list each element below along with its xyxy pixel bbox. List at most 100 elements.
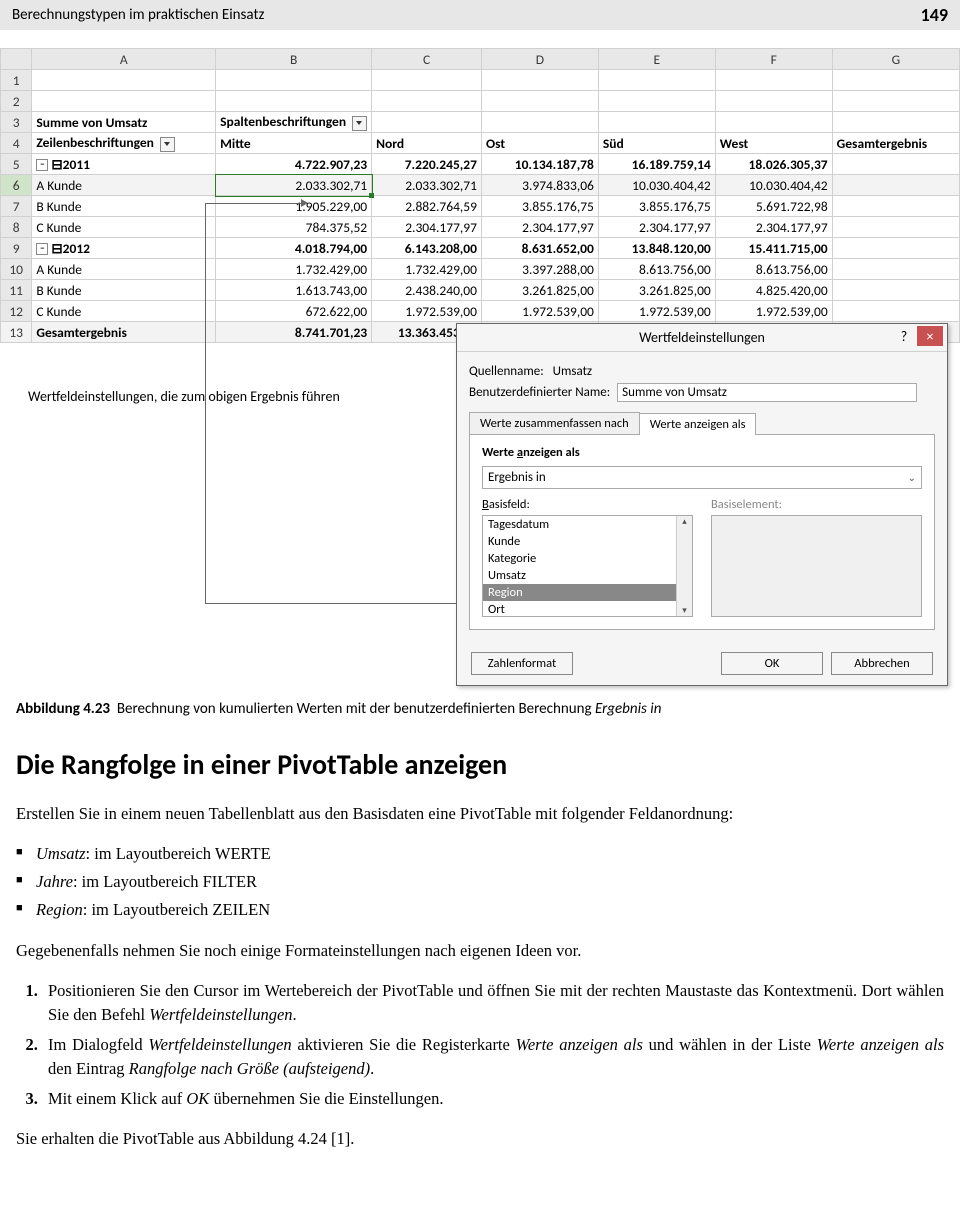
cell[interactable]: 2.304.177,97	[481, 217, 598, 238]
cell[interactable]: 10.030.404,42	[598, 175, 715, 196]
cell[interactable]: 3.261.825,00	[598, 280, 715, 301]
dropdown-icon[interactable]	[352, 116, 367, 131]
cell[interactable]	[832, 112, 959, 133]
cell[interactable]	[832, 238, 959, 259]
cell[interactable]: 8.613.756,00	[715, 259, 832, 280]
dropdown-icon[interactable]	[160, 137, 175, 152]
show-values-as-combo[interactable]: Ergebnis in ⌄	[482, 466, 922, 489]
column-header[interactable]: E	[598, 49, 715, 70]
cell[interactable]	[832, 70, 959, 91]
cell[interactable]	[832, 91, 959, 112]
column-header[interactable]: D	[481, 49, 598, 70]
tab-summarize[interactable]: Werte zusammenfassen nach	[469, 412, 640, 434]
cell[interactable]: C Kunde	[32, 217, 216, 238]
cell[interactable]	[832, 301, 959, 322]
cell[interactable]: 6.143.208,00	[372, 238, 482, 259]
cell[interactable]: B Kunde	[32, 280, 216, 301]
row-header[interactable]: 8	[1, 217, 32, 238]
cell[interactable]	[832, 280, 959, 301]
cell[interactable]	[832, 196, 959, 217]
cell[interactable]	[832, 259, 959, 280]
custom-name-input[interactable]: Summe von Umsatz	[617, 383, 917, 402]
row-header[interactable]: 9	[1, 238, 32, 259]
ok-button[interactable]: OK	[721, 652, 823, 675]
cell[interactable]: 8.631.652,00	[481, 238, 598, 259]
list-item[interactable]: Umsatz	[483, 567, 692, 584]
cell[interactable]: A Kunde	[32, 175, 216, 196]
cell[interactable]: A Kunde	[32, 259, 216, 280]
cell[interactable]: 2.304.177,97	[372, 217, 482, 238]
cell[interactable]: 3.397.288,00	[481, 259, 598, 280]
cell[interactable]	[715, 70, 832, 91]
column-header[interactable]	[1, 49, 32, 70]
cell[interactable]: 10.030.404,42	[715, 175, 832, 196]
column-header[interactable]: C	[372, 49, 482, 70]
cell[interactable]	[216, 70, 372, 91]
cell[interactable]	[832, 217, 959, 238]
row-header[interactable]: 6	[1, 175, 32, 196]
cell[interactable]: 1.972.539,00	[598, 301, 715, 322]
cell[interactable]: 1.732.429,00	[216, 259, 372, 280]
row-header[interactable]: 7	[1, 196, 32, 217]
row-header[interactable]: 5	[1, 154, 32, 175]
column-header[interactable]: G	[832, 49, 959, 70]
cell[interactable]	[32, 91, 216, 112]
cell[interactable]: 1.972.539,00	[481, 301, 598, 322]
cell[interactable]	[598, 70, 715, 91]
cell[interactable]: 8.741.701,23	[216, 322, 372, 343]
cell[interactable]: 784.375,52	[216, 217, 372, 238]
cell[interactable]: Summe von Umsatz	[32, 112, 216, 133]
cell[interactable]: 8.613.756,00	[598, 259, 715, 280]
cell[interactable]: West	[715, 133, 832, 154]
cell[interactable]: 3.974.833,06	[481, 175, 598, 196]
cell[interactable]: 2.304.177,97	[598, 217, 715, 238]
cell[interactable]: Süd	[598, 133, 715, 154]
cell[interactable]: −⊟2012	[32, 238, 216, 259]
cell[interactable]	[481, 70, 598, 91]
cell[interactable]	[372, 70, 482, 91]
column-header[interactable]: B	[216, 49, 372, 70]
cell[interactable]: 7.220.245,27	[372, 154, 482, 175]
close-icon[interactable]: ×	[917, 326, 943, 346]
cell[interactable]: Gesamtergebnis	[32, 322, 216, 343]
list-item[interactable]: Region	[483, 584, 692, 601]
cell[interactable]: 1.732.429,00	[372, 259, 482, 280]
cell[interactable]	[598, 112, 715, 133]
cell[interactable]: 2.882.764,59	[372, 196, 482, 217]
list-item[interactable]: Kunde	[483, 533, 692, 550]
cell[interactable]: 1.972.539,00	[372, 301, 482, 322]
cell[interactable]: 1.613.743,00	[216, 280, 372, 301]
cell[interactable]	[372, 112, 482, 133]
cell[interactable]: 3.855.176,75	[598, 196, 715, 217]
cell[interactable]	[481, 112, 598, 133]
cell[interactable]: 4.018.794,00	[216, 238, 372, 259]
cell[interactable]: 4.825.420,00	[715, 280, 832, 301]
cell[interactable]: 5.691.722,98	[715, 196, 832, 217]
cell[interactable]: 3.261.825,00	[481, 280, 598, 301]
cell[interactable]: Nord	[372, 133, 482, 154]
cell[interactable]: 3.855.176,75	[481, 196, 598, 217]
cell[interactable]	[216, 91, 372, 112]
list-item[interactable]: Ort	[483, 601, 692, 617]
cell[interactable]	[372, 91, 482, 112]
cell[interactable]: 2.304.177,97	[715, 217, 832, 238]
cell[interactable]: 13.848.120,00	[598, 238, 715, 259]
cell[interactable]: 2.033.302,71	[216, 175, 372, 196]
cell[interactable]	[32, 70, 216, 91]
row-header[interactable]: 1	[1, 70, 32, 91]
cell[interactable]: Zeilenbeschriftungen	[32, 133, 216, 154]
cell[interactable]	[481, 91, 598, 112]
cell[interactable]: Ost	[481, 133, 598, 154]
row-header[interactable]: 11	[1, 280, 32, 301]
cell[interactable]	[832, 175, 959, 196]
cell[interactable]: 15.411.715,00	[715, 238, 832, 259]
cell[interactable]: Gesamtergebnis	[832, 133, 959, 154]
cell[interactable]	[598, 91, 715, 112]
cell[interactable]	[715, 91, 832, 112]
cell[interactable]: 4.722.907,23	[216, 154, 372, 175]
cell[interactable]: 2.438.240,00	[372, 280, 482, 301]
list-item[interactable]: Kategorie	[483, 550, 692, 567]
basefield-listbox[interactable]: TagesdatumKundeKategorieUmsatzRegionOrt▴…	[482, 515, 693, 617]
cell[interactable]: B Kunde	[32, 196, 216, 217]
cell[interactable]: Mitte	[216, 133, 372, 154]
